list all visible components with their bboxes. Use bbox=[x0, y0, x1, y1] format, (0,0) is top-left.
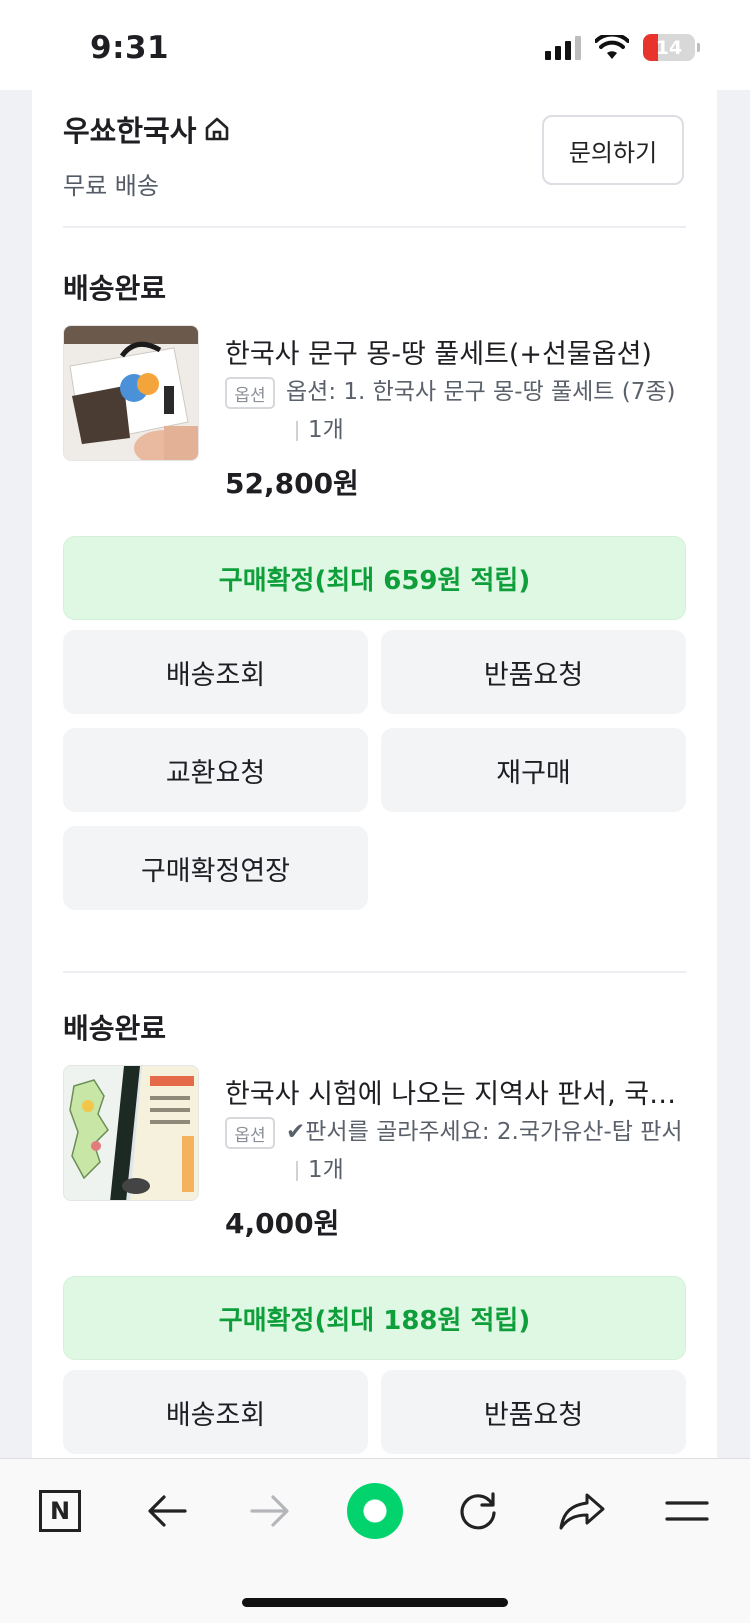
menu-icon bbox=[665, 1501, 709, 1521]
forward-arrow-icon bbox=[250, 1495, 289, 1527]
option-value: 옵션: 1. 한국사 문구 몽-땅 풀세트 (7종) bbox=[286, 379, 676, 405]
seller-name-link[interactable]: 우쑈한국사 bbox=[63, 108, 230, 150]
repurchase-button[interactable]: 재구매 bbox=[381, 728, 686, 812]
return-request-button[interactable]: 반품요청 bbox=[381, 1370, 686, 1454]
home-indicator[interactable] bbox=[242, 1598, 508, 1607]
product-image bbox=[64, 326, 198, 460]
green-dot-button[interactable] bbox=[345, 1481, 405, 1541]
refresh-icon bbox=[460, 1492, 496, 1530]
option-text: ✔판서를 골라주세요: 2.국가유산-탑 판서 1개 bbox=[286, 1113, 686, 1189]
purchase-confirm-button[interactable]: 구매확정(최대 659원 적립) bbox=[63, 536, 686, 620]
status-bar: 9:31 14 bbox=[0, 0, 750, 90]
product-price: 52,800원 bbox=[225, 467, 359, 500]
divider bbox=[63, 971, 686, 973]
battery-icon: 14 bbox=[643, 34, 695, 61]
extend-confirm-button[interactable]: 구매확정연장 bbox=[63, 826, 368, 910]
option-badge: 옵션 bbox=[225, 377, 275, 409]
quantity: 1개 bbox=[308, 1157, 344, 1183]
separator bbox=[296, 1160, 298, 1181]
delivery-status: 배송완료 bbox=[63, 272, 167, 305]
seller-header: 우쑈한국사 무료 배송 bbox=[63, 108, 230, 201]
naver-home-icon: N bbox=[39, 1490, 81, 1532]
seller-name: 우쑈한국사 bbox=[63, 114, 197, 148]
refresh-button[interactable] bbox=[448, 1481, 508, 1541]
share-button[interactable] bbox=[552, 1481, 612, 1541]
product-title[interactable]: 한국사 문구 몽-땅 풀세트(+선물옵션) bbox=[225, 332, 685, 371]
signal-icon bbox=[545, 35, 581, 60]
share-icon bbox=[559, 1493, 605, 1530]
back-arrow-icon bbox=[148, 1495, 187, 1527]
status-icons: 14 bbox=[545, 34, 700, 61]
return-request-button[interactable]: 반품요청 bbox=[381, 630, 686, 714]
back-button[interactable] bbox=[137, 1481, 197, 1541]
status-time: 9:31 bbox=[90, 30, 170, 66]
battery-tip bbox=[697, 43, 700, 52]
shipping-info: 무료 배송 bbox=[63, 172, 159, 200]
product-thumbnail[interactable] bbox=[63, 1065, 199, 1201]
separator bbox=[296, 420, 298, 441]
green-dot-icon bbox=[347, 1483, 403, 1539]
divider bbox=[63, 226, 686, 228]
product-image bbox=[64, 1066, 198, 1200]
order-sheet: 우쑈한국사 무료 배송 문의하기 배송완료 한국사 문구 몽-땅 풀세트(+선물… bbox=[32, 90, 717, 1458]
product-price: 4,000원 bbox=[225, 1207, 340, 1240]
track-delivery-button[interactable]: 배송조회 bbox=[63, 630, 368, 714]
store-home-icon bbox=[206, 117, 229, 141]
battery-level: 14 bbox=[655, 36, 683, 59]
option-value: ✔판서를 골라주세요: 2.국가유산-탑 판서 bbox=[286, 1119, 683, 1145]
delivery-status: 배송완료 bbox=[63, 1012, 167, 1045]
exchange-request-button[interactable]: 교환요청 bbox=[63, 728, 368, 812]
option-badge: 옵션 bbox=[225, 1117, 275, 1149]
forward-button[interactable] bbox=[240, 1481, 300, 1541]
product-thumbnail[interactable] bbox=[63, 325, 199, 461]
product-title[interactable]: 한국사 시험에 나오는 지역사 판서, 국… bbox=[225, 1072, 685, 1111]
menu-button[interactable] bbox=[657, 1481, 717, 1541]
track-delivery-button[interactable]: 배송조회 bbox=[63, 1370, 368, 1454]
naver-home-button[interactable]: N bbox=[30, 1481, 90, 1541]
purchase-confirm-button[interactable]: 구매확정(최대 188원 적립) bbox=[63, 1276, 686, 1360]
quantity: 1개 bbox=[308, 417, 344, 443]
wifi-icon bbox=[595, 34, 629, 59]
option-text: 옵션: 1. 한국사 문구 몽-땅 풀세트 (7종) 1개 bbox=[286, 373, 686, 449]
inquiry-button[interactable]: 문의하기 bbox=[542, 115, 684, 185]
